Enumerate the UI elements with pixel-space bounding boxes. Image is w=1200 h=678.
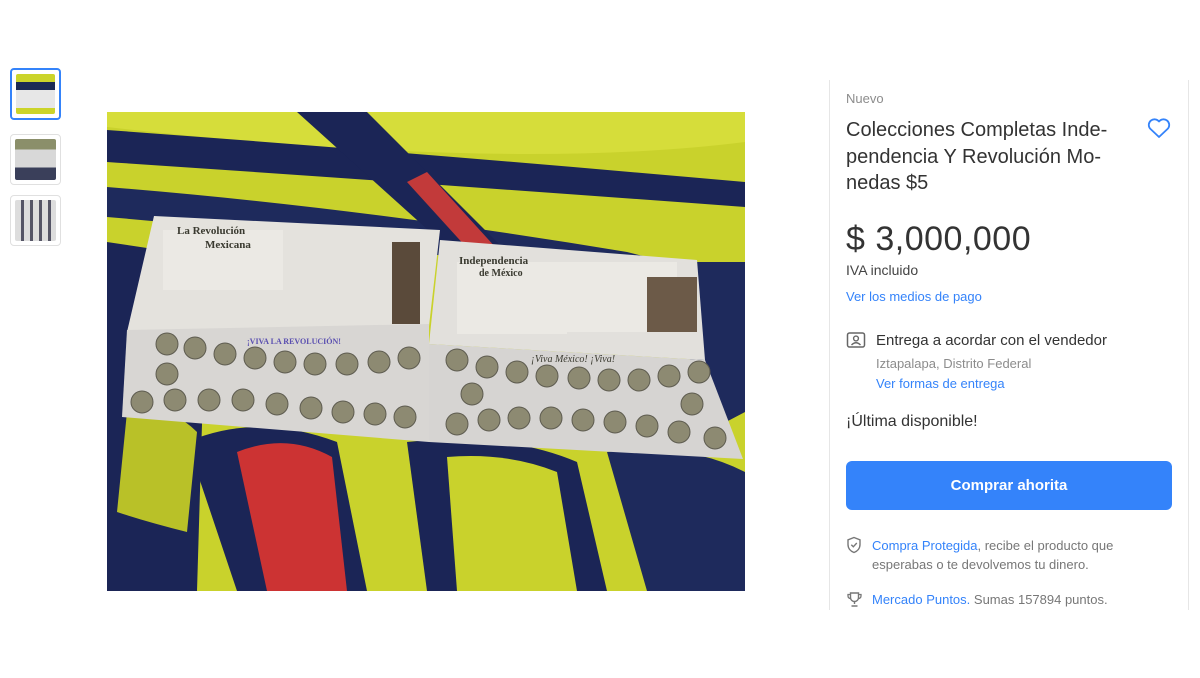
shield-icon [846,536,862,554]
thumbnail-3[interactable] [10,195,61,246]
handshake-icon [846,331,866,349]
booklet-right-title-1: Independencia [459,255,529,267]
purchase-protection-link[interactable]: Compra Protegida [872,538,978,553]
booklet-left-banner: ¡VIVA LA REVOLUCIÓN! [247,336,341,346]
booklet-left-title-1: La Revolución [177,225,245,237]
thumbnail-image [15,200,56,241]
thumbnail-2[interactable] [10,134,61,185]
thumbnail-image [15,139,56,180]
main-product-photo[interactable]: La Revolución Mexicana ¡VIVA LA REVOLUCI… [107,112,745,591]
mercado-points: Mercado Puntos. Sumas 157894 puntos. [872,592,1108,607]
photo-illustration: La Revolución Mexicana ¡VIVA LA REVOLUCI… [107,112,745,591]
thumbnail-1[interactable] [10,68,61,120]
shipping-location: Iztapalapa, Distrito Federal [876,356,1032,371]
product-price: $ 3,000,000 [846,220,1032,258]
purchase-protection: Compra Protegida, recibe el producto que… [872,536,1162,574]
mercado-points-link[interactable]: Mercado Puntos. [872,592,970,607]
buy-now-button[interactable]: Comprar ahorita [846,461,1172,510]
booklet-right-title-2: de México [479,268,523,279]
product-title-line-1: Colecciones Completas Inde- [846,119,1108,141]
shipping-title: Entrega a acordar con el vendedor [876,332,1107,349]
tax-note: IVA incluido [846,262,919,278]
condition-label: Nuevo [846,91,884,106]
heart-icon[interactable] [1146,116,1172,140]
thumbnail-image [16,74,55,114]
product-title-line-2: pendencia Y Revolución Mo- [846,145,1101,168]
product-title-line-3: nedas $5 [846,172,929,194]
payment-methods-link[interactable]: Ver los medios de pago [846,289,982,304]
mercado-points-text: Sumas 157894 puntos. [970,592,1108,607]
product-title: Colecciones Completas Inde- pendencia Y … [846,117,1146,197]
shipping-options-link[interactable]: Ver formas de entrega [876,376,1005,391]
booklet-right-banner: ¡Viva México! ¡Viva! [531,354,615,365]
trophy-icon [846,591,863,608]
booklet-left-title-2: Mexicana [205,239,251,251]
stock-status: ¡Última disponible! [846,413,978,430]
